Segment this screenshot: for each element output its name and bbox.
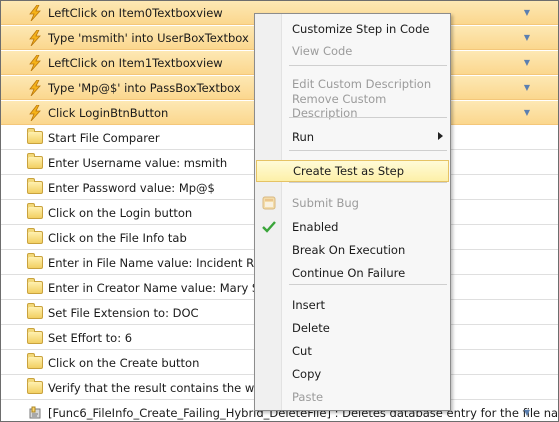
folder-icon [27,353,43,371]
menu-break-on-execution[interactable]: Break On Execution [256,239,449,261]
menu-paste[interactable]: Paste [256,386,449,408]
menu-separator [289,65,447,66]
submenu-arrow-icon [438,132,443,140]
step-dropdown-arrow-icon[interactable]: ▼ [524,408,530,417]
step-dropdown-arrow-icon[interactable]: ▼ [524,33,530,42]
menu-view-code[interactable]: View Code [256,40,449,62]
test-steps-panel: LeftClick on Item0Textboxview ▼ Type 'msmi… [0,0,559,422]
step-label: Type 'Mp@$' into PassBoxTextbox [48,80,241,95]
menu-customize-step-in-code[interactable]: Customize Step in Code [256,18,449,40]
menu-item-label: Copy [292,367,322,381]
menu-remove-custom-description[interactable]: Remove Custom Description [256,92,449,120]
step-label: Click LoginBtnButton [48,105,169,120]
step-label: LeftClick on Item0Textboxview [48,5,223,20]
lightning-icon [27,4,43,21]
step-label: Enter in File Name value: Incident Repo [48,255,275,270]
menu-item-label: Insert [292,298,325,312]
folder-icon [27,328,43,346]
context-menu: Customize Step in Code View Code Edit Cust… [254,13,451,411]
step-label: Click on the Create button [48,355,200,370]
bug-icon [261,195,277,211]
menu-item-label: Continue On Failure [292,266,406,280]
test-step-icon [27,405,43,421]
step-label: Enter Username value: msmith [48,155,228,170]
step-dropdown-arrow-icon[interactable]: ▼ [524,108,530,117]
menu-item-label: Delete [292,321,330,335]
menu-delete[interactable]: Delete [256,317,449,339]
menu-item-label: Create Test as Step [293,164,405,178]
folder-icon [27,178,43,196]
step-dropdown-arrow-icon[interactable]: ▼ [524,58,530,67]
step-label: Start File Comparer [48,130,160,145]
menu-item-label: Submit Bug [292,196,359,210]
menu-cut[interactable]: Cut [256,340,449,362]
menu-item-label: Enabled [292,220,339,234]
menu-copy[interactable]: Copy [256,363,449,385]
step-label: Set File Extension to: DOC [48,305,199,320]
menu-separator [289,182,447,183]
folder-icon [27,278,43,296]
menu-item-label: Cut [292,344,312,358]
menu-item-label: Customize Step in Code [292,22,430,36]
lightning-icon [27,79,43,96]
menu-item-label: Remove Custom Description [292,92,387,120]
step-label: Click on the Login button [48,205,193,220]
menu-continue-on-failure[interactable]: Continue On Failure [256,262,449,284]
menu-item-label: Break On Execution [292,243,406,257]
menu-item-label: View Code [292,44,353,58]
folder-icon [27,253,43,271]
menu-separator [289,117,447,118]
menu-item-label: Paste [292,390,324,404]
step-dropdown-arrow-icon[interactable]: ▼ [524,83,530,92]
menu-enabled[interactable]: Enabled [256,216,449,238]
folder-icon [27,153,43,171]
step-dropdown-arrow-icon[interactable]: ▼ [524,8,530,17]
lightning-icon [27,54,43,71]
step-label: Enter in Creator Name value: Mary Smit [48,280,279,295]
checkmark-icon [261,219,277,235]
menu-separator [289,284,447,285]
folder-icon [27,203,43,221]
menu-insert[interactable]: Insert [256,294,449,316]
menu-item-label: Run [292,130,315,144]
folder-icon [27,378,43,396]
folder-icon [27,128,43,146]
step-label: Enter Password value: Mp@$ [48,180,215,195]
menu-separator [289,150,447,151]
menu-submit-bug[interactable]: Submit Bug [256,192,449,214]
step-label: Verify that the result contains the word… [48,380,280,395]
step-label: Type 'msmith' into UserBoxTextbox [48,30,249,45]
lightning-icon [27,29,43,46]
menu-run[interactable]: Run [256,126,449,148]
step-label: LeftClick on Item1Textboxview [48,55,223,70]
lightning-icon [27,104,43,121]
step-label: Set Effort to: 6 [48,330,133,345]
step-label: Click on the File Info tab [48,230,187,245]
folder-icon [27,303,43,321]
folder-icon [27,228,43,246]
menu-create-test-as-step[interactable]: Create Test as Step [256,160,449,182]
menu-item-label: Edit Custom Description [292,77,432,91]
